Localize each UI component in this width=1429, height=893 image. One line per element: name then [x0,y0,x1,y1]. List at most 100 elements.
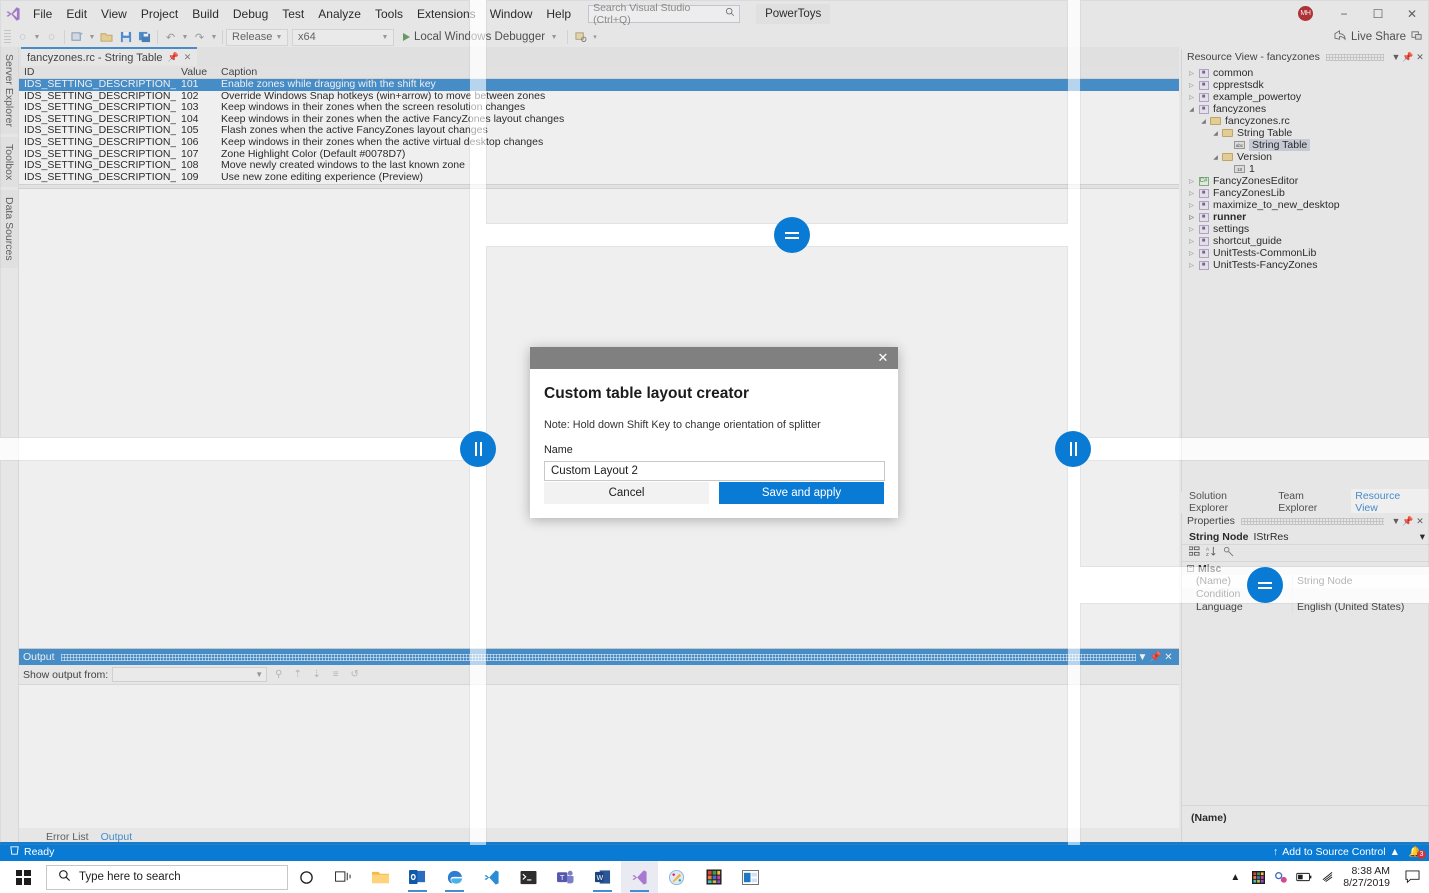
dock-tab-solution-explorer[interactable]: Solution Explorer [1185,489,1272,515]
live-share-button[interactable]: Live Share [1334,28,1423,46]
tree-node[interactable]: ▷ ■ FancyZonesLib [1186,187,1429,199]
visual-studio-icon[interactable] [621,861,658,893]
close-icon-props[interactable]: ✕ [1414,516,1426,527]
new-project-caret-icon[interactable]: ▼ [87,34,97,41]
tree-node[interactable]: ▷ C# FancyZonesEditor [1186,175,1429,187]
table-row[interactable]: IDS_SETTING_DESCRIPTION_... 105 Flash zone… [19,125,1179,137]
tree-node[interactable]: ▷ ■ settings [1186,223,1429,235]
battery-icon[interactable] [1293,861,1315,893]
close-icon-rv[interactable]: ✕ [1414,52,1426,63]
property-row[interactable]: (Name) String Node [1182,575,1429,588]
vtab-toolbox[interactable]: Toolbox [0,136,18,188]
go-to-next-message-icon[interactable]: ⇣ [309,667,324,682]
close-button[interactable]: ✕ [1395,0,1429,27]
table-row[interactable]: IDS_SETTING_DESCRIPTION_... 108 Move newly… [19,160,1179,172]
property-value[interactable]: English (United States) [1292,601,1429,614]
column-header-value[interactable]: Value [176,66,216,78]
undo-caret-icon[interactable]: ▼ [180,34,190,41]
chevron-down-icon-output[interactable]: ▼ [1136,652,1149,663]
tree-node[interactable]: ▷ ■ runner [1186,211,1429,223]
solution-configuration-combo[interactable]: Release ▼ [226,28,288,46]
toggle-word-wrap-icon[interactable]: ↺ [347,667,362,682]
vtab-server-explorer[interactable]: Server Explorer [0,47,18,134]
save-and-apply-button[interactable]: Save and apply [719,482,884,504]
avatar[interactable]: MH [1298,6,1313,21]
toolbar-grip[interactable] [4,30,11,44]
task-view-icon[interactable] [325,861,362,893]
attach-process-icon[interactable] [571,28,590,46]
properties-category-misc[interactable]: − Misc [1182,562,1429,575]
menu-item-help[interactable]: Help [539,3,578,25]
property-pages-icon[interactable] [1223,546,1234,560]
vscode-icon[interactable] [473,861,510,893]
edge-icon[interactable] [436,861,473,893]
word-icon[interactable]: W [584,861,621,893]
solution-platform-combo[interactable]: x64 ▼ [292,28,394,46]
property-value[interactable]: String Node [1292,575,1429,588]
menu-item-build[interactable]: Build [185,3,226,25]
chevron-right-icon[interactable]: ▷ [1186,250,1197,257]
maximize-button[interactable]: ☐ [1361,0,1395,27]
name-input[interactable] [544,461,885,481]
menu-item-debug[interactable]: Debug [226,3,275,25]
network-settings-icon[interactable] [1270,861,1292,893]
menu-item-extensions[interactable]: Extensions [410,3,483,25]
pin-icon[interactable]: 📌 [168,52,179,63]
chevron-down-icon[interactable]: ◢ [1210,154,1221,161]
show-output-from-combo[interactable]: ▼ [112,667,268,682]
chevron-right-icon[interactable]: ▷ [1186,94,1197,101]
menu-item-tools[interactable]: Tools [368,3,410,25]
clear-all-icon[interactable]: ≡ [328,667,343,682]
output-pane-drag-grip[interactable] [60,653,1136,661]
save-icon[interactable] [116,28,135,46]
tree-node[interactable]: ◢ fancyzones.rc [1186,115,1429,127]
table-row[interactable]: IDS_SETTING_DESCRIPTION_... 104 Keep windo… [19,114,1179,126]
table-row[interactable]: IDS_SETTING_DESCRIPTION_... 101 Enable zon… [19,79,1179,91]
menu-item-edit[interactable]: Edit [59,3,94,25]
column-header-caption[interactable]: Caption [216,66,1179,78]
collapse-icon-misc[interactable]: − [1187,565,1194,572]
redo-caret-icon[interactable]: ▼ [209,34,219,41]
properties-object-selector[interactable]: String Node IStrRes ▾ [1182,529,1429,545]
table-row[interactable]: IDS_SETTING_DESCRIPTION_... 103 Keep windo… [19,102,1179,114]
chevron-right-icon[interactable]: ▷ [1186,262,1197,269]
menu-item-file[interactable]: File [26,3,59,25]
tree-node[interactable]: ▷ ■ maximize_to_new_desktop [1186,199,1429,211]
chevron-right-icon[interactable]: ▷ [1186,202,1197,209]
table-row[interactable]: IDS_SETTING_DESCRIPTION_... 102 Override W… [19,91,1179,103]
document-tab-fancyzones-rc[interactable]: fancyzones.rc - String Table 📌 ✕ [21,47,198,66]
open-file-icon[interactable] [97,28,116,46]
tree-node[interactable]: ▷ ■ cpprestsdk [1186,79,1429,91]
menu-item-analyze[interactable]: Analyze [311,3,368,25]
powertoys-window-tab[interactable]: PowerToys [756,3,831,24]
dock-tab-team-explorer[interactable]: Team Explorer [1274,489,1349,515]
live-share-extra-icon[interactable] [1411,30,1423,44]
chevron-up-icon[interactable]: ▲ [1224,861,1246,893]
go-to-previous-message-icon[interactable]: ⇡ [290,667,305,682]
action-center-icon[interactable] [1399,861,1425,893]
vtab-data-sources[interactable]: Data Sources [0,190,18,268]
close-icon[interactable]: ✕ [184,52,192,63]
tree-node[interactable]: ◢ String Table [1186,127,1429,139]
window-icon[interactable] [732,861,769,893]
paint-icon[interactable] [658,861,695,893]
chevron-right-icon[interactable]: ▷ [1186,82,1197,89]
colors-tray-icon[interactable] [1247,861,1269,893]
navigate-forward-icon[interactable]: ◌ [42,28,61,46]
taskbar-search-input[interactable]: Type here to search [46,864,288,890]
resource-view-drag-grip[interactable] [1325,53,1384,61]
chevron-right-icon[interactable]: ▷ [1186,226,1197,233]
undo-icon[interactable]: ↶ [161,28,180,46]
table-row[interactable]: IDS_SETTING_DESCRIPTION_... 109 Use new zo… [19,172,1179,184]
outlook-icon[interactable] [399,861,436,893]
column-header-id[interactable]: ID [19,66,176,78]
new-project-icon[interactable] [68,28,87,46]
start-button[interactable] [0,861,46,893]
property-row[interactable]: Condition [1182,588,1429,601]
close-icon-output[interactable]: ✕ [1162,652,1175,663]
properties-drag-grip[interactable] [1240,517,1384,525]
chevron-down-icon[interactable]: ◢ [1210,130,1221,137]
chevron-right-icon[interactable]: ▷ [1186,238,1197,245]
cancel-button[interactable]: Cancel [544,482,709,504]
chevron-down-icon[interactable]: ◢ [1198,118,1209,125]
